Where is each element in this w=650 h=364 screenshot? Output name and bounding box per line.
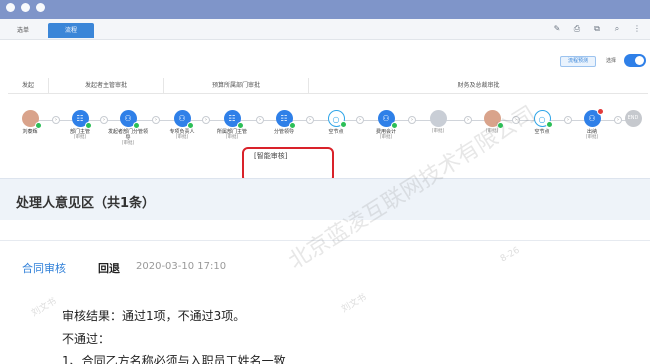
tab-bar: 选单 流程 ✎ ⎙ ⧉ ⌕ ⋮ <box>0 19 650 40</box>
node-sub: [审批] <box>485 129 499 134</box>
end-node: END <box>624 110 642 127</box>
select-toggle[interactable] <box>624 54 646 67</box>
flow-node-dept-leader[interactable]: ⚇ 发起者部门分管领导 [审批] <box>106 110 150 147</box>
flow-node-end[interactable]: END <box>618 110 648 127</box>
toggle-knob <box>635 56 644 65</box>
user-icon: ⚇ <box>377 110 398 129</box>
search-icon[interactable]: ⌕ <box>612 24 622 34</box>
node-label: 空节点 <box>328 129 344 135</box>
check-icon <box>339 121 347 128</box>
toolbar-icons: ✎ ⎙ ⧉ ⌕ ⋮ <box>552 24 642 34</box>
node-sub: [审批] <box>73 135 87 140</box>
fail-item: 1、合同乙方名称必须与入职员工姓名一致 <box>62 354 286 364</box>
check-icon <box>288 122 296 129</box>
stage-budget-dept: 预算所属部门审批 <box>163 78 308 94</box>
user-icon: ☷ <box>223 110 244 129</box>
node-sub: [审批] <box>585 135 599 140</box>
flow-node-empty-1[interactable]: ○ 空节点 <box>314 110 358 135</box>
node-sub: [审批] <box>379 135 393 140</box>
flow-node-initiator[interactable]: 刘泰辉 <box>8 110 52 135</box>
avatar <box>21 110 42 129</box>
check-icon <box>132 122 140 129</box>
opinion-time: 2020-03-10 17:10 <box>136 261 227 272</box>
return-tag: 回退 <box>98 262 120 275</box>
user-icon: ☷ <box>71 110 92 129</box>
stage-supervisor: 发起者主管审批 <box>48 78 163 94</box>
flow-node-budget-head[interactable]: ☷ 所属部门主管 [审批] <box>210 110 254 141</box>
divider <box>0 240 650 241</box>
window-maximize-dot[interactable] <box>36 3 45 12</box>
user-icon: ⚇ <box>583 108 604 127</box>
tab-flow[interactable]: 流程 <box>48 23 94 38</box>
check-icon <box>186 122 194 129</box>
check-icon <box>236 122 244 129</box>
flow-node-project-owner[interactable]: ⚇ 专项负责人 [审批] <box>160 110 204 141</box>
connector-icon: › <box>408 116 416 124</box>
search-icon: ○ <box>327 110 347 128</box>
opinion-title: 处理人意见区（共1条） <box>16 196 156 211</box>
flow-node-cashier[interactable]: ⚇ 出纳 [审批] <box>570 108 614 141</box>
window-title-bar <box>0 0 650 19</box>
node-label: 发起者部门分管领导 <box>107 129 148 141</box>
check-icon <box>84 122 92 129</box>
node-label: 分管领导 <box>273 129 294 135</box>
alert-icon <box>596 108 604 115</box>
check-icon <box>34 122 42 129</box>
stage-row: 发起 发起者主管审批 预算所属部门审批 财务及总裁审批 <box>8 78 648 94</box>
user-icon: ☷ <box>275 110 296 129</box>
check-icon <box>496 122 504 129</box>
node-sub: [审批] <box>225 135 239 140</box>
flow-node-accountant[interactable]: ⚇ 费用会计 [审批] <box>364 110 408 141</box>
flow-node-blurred-1[interactable]: [审批] <box>416 110 460 135</box>
user-icon: ⚇ <box>173 110 194 129</box>
node-sub: [审批] <box>121 141 135 146</box>
stage-finance: 财务及总裁审批 <box>308 78 648 94</box>
flow-predict-button[interactable]: 流程预测 <box>560 56 596 67</box>
check-icon <box>390 122 398 129</box>
window-close-dot[interactable] <box>6 3 15 12</box>
node-label: 刘泰辉 <box>22 129 38 135</box>
stage-initiate: 发起 <box>21 82 34 89</box>
connector-icon: › <box>306 116 314 124</box>
more-icon[interactable]: ⋮ <box>632 24 642 34</box>
contract-review-link[interactable]: 合同审核 <box>22 260 66 276</box>
node-sub: [审批] <box>175 135 189 140</box>
flow-node-branch-leader[interactable]: ☷ 分管领导 <box>262 110 306 135</box>
avatar <box>483 110 504 129</box>
user-icon: ⚇ <box>119 110 140 129</box>
check-icon <box>545 121 553 128</box>
search-icon: ○ <box>533 110 553 128</box>
window-minimize-dot[interactable] <box>21 3 30 12</box>
node-sub: [审批] <box>431 129 445 134</box>
print-icon[interactable]: ⎙ <box>572 24 582 34</box>
opinion-header: 处理人意见区（共1条） <box>0 178 650 220</box>
node-label: 空节点 <box>534 129 550 135</box>
share-icon[interactable]: ⧉ <box>592 24 602 34</box>
connector-icon: › <box>152 116 160 124</box>
review-result: 审核结果：通过1项，不通过3项。 <box>62 309 246 323</box>
flow-node-empty-2[interactable]: ○ 空节点 <box>520 110 564 135</box>
toggle-label: 选择 <box>606 58 617 64</box>
avatar <box>429 110 447 127</box>
edit-icon[interactable]: ✎ <box>552 24 562 34</box>
flow-node-dept-head[interactable]: ☷ 部门主管 [审批] <box>58 110 102 141</box>
tab-basic[interactable]: 选单 <box>10 23 36 38</box>
opinion-body: 合同审核 回退 2020-03-10 17:10 审核结果：通过1项，不通过3项… <box>0 220 650 364</box>
fail-label: 不通过： <box>62 332 111 346</box>
flow-node-blurred-2[interactable]: [审批] <box>470 110 514 135</box>
